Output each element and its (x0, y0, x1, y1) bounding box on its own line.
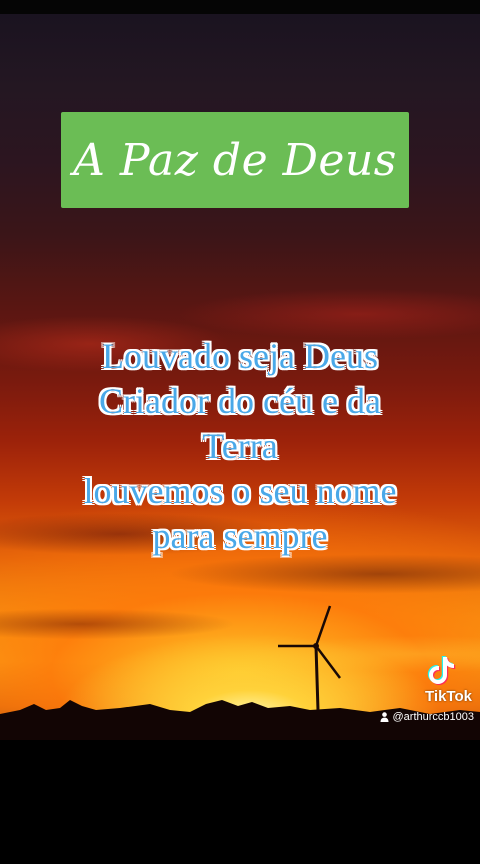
tiktok-watermark: TikTok @arthurccb1003 (360, 654, 474, 723)
verse-text: Louvado seja Deus Criador do céu e da Te… (0, 334, 480, 559)
tiktok-icon (427, 656, 456, 685)
video-frame: A Paz de Deus Louvado seja Deus Criador … (0, 0, 480, 864)
verse-line: para sempre (152, 516, 328, 556)
tiktok-brand: TikTok (425, 688, 472, 705)
wind-turbine (278, 605, 341, 710)
title-text: A Paz de Deus (73, 134, 397, 186)
username-row: @arthurccb1003 (360, 711, 474, 723)
verse-line: Louvado seja Deus (102, 336, 378, 376)
verse-line: louvemos o seu nome (83, 471, 397, 511)
username: @arthurccb1003 (392, 711, 475, 723)
title-banner: A Paz de Deus (61, 112, 409, 208)
verse-line: Terra (202, 426, 278, 466)
top-bar (0, 0, 480, 14)
person-icon (380, 712, 388, 722)
verse-line: Criador do céu e da (99, 381, 381, 421)
silhouette-landscape (0, 700, 480, 864)
